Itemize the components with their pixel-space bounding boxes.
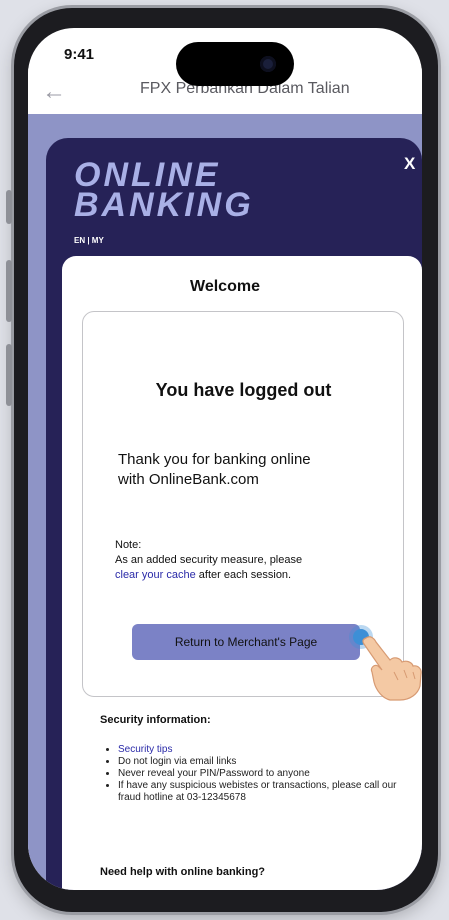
list-item: Never reveal your PIN/Password to anyone xyxy=(118,768,413,780)
list-item: Security tips xyxy=(118,744,413,756)
security-information-heading: Security information: xyxy=(100,714,211,726)
note-line-1: As an added security measure, please xyxy=(115,554,303,566)
phone-screen: ← FPX Perbankan Dalam Talian 9:41 ONLINE… xyxy=(28,28,422,890)
note-line-2: clear your cache after each session. xyxy=(115,568,385,583)
phone-volume-up-button xyxy=(6,260,12,322)
clear-cache-link[interactable]: clear your cache xyxy=(115,569,196,581)
thanks-line-2: with OnlineBank.com xyxy=(118,471,259,488)
bank-logo: ONLINE BANKING xyxy=(74,158,254,224)
list-item: If have any suspicious webistes or trans… xyxy=(118,780,413,804)
bank-logo-line2: BANKING xyxy=(74,186,254,224)
note-tail: after each session. xyxy=(195,569,292,581)
welcome-heading: Welcome xyxy=(190,278,260,295)
thanks-message: Thank you for banking online with Online… xyxy=(118,450,378,490)
pointing-hand-icon xyxy=(362,636,422,701)
return-to-merchant-button[interactable]: Return to Merchant's Page xyxy=(132,624,360,660)
security-tips-link[interactable]: Security tips xyxy=(118,744,172,755)
security-tips-list: Security tips Do not login via email lin… xyxy=(108,744,413,804)
logout-title: You have logged out xyxy=(155,380,332,400)
note-label: Note: xyxy=(115,539,142,551)
dynamic-island xyxy=(176,42,294,86)
phone-volume-down-button xyxy=(6,344,12,406)
help-heading: Need help with online banking? xyxy=(100,866,266,878)
security-note: Note: As an added security measure, plea… xyxy=(115,538,385,583)
status-time: 9:41 xyxy=(64,46,95,63)
back-arrow-icon[interactable]: ← xyxy=(42,78,66,106)
thanks-line-1: Thank you for banking online xyxy=(118,451,311,468)
phone-side-button-silent xyxy=(6,190,12,224)
close-icon[interactable]: X xyxy=(404,154,415,174)
list-item: Do not login via email links xyxy=(118,756,413,768)
camera-icon xyxy=(260,56,276,72)
language-switch[interactable]: EN | MY xyxy=(74,236,104,245)
